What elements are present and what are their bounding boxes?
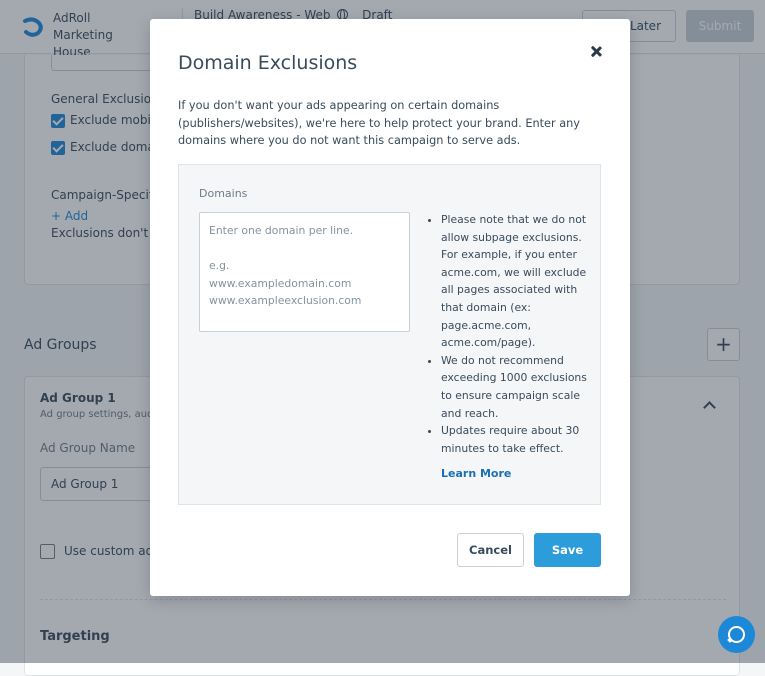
close-icon[interactable] xyxy=(587,43,605,61)
list-item: Updates require about 30 minutes to take… xyxy=(441,422,597,457)
list-item: Please note that we do not allow subpage… xyxy=(441,211,597,352)
save-button[interactable]: Save xyxy=(534,533,601,567)
domains-panel: Domains Please note that we do not allow… xyxy=(178,164,601,505)
chat-icon[interactable] xyxy=(718,616,755,653)
modal-title: Domain Exclusions xyxy=(178,52,358,74)
domains-label: Domains xyxy=(199,187,248,200)
modal-description: If you don't want your ads appearing on … xyxy=(178,99,580,147)
list-item: We do not recommend exceeding 1000 exclu… xyxy=(441,352,597,422)
learn-more-link[interactable]: Learn More xyxy=(441,467,511,480)
notes-list: Please note that we do not allow subpage… xyxy=(427,211,597,457)
domain-exclusions-modal: Domain Exclusions If you don't want your… xyxy=(150,19,630,596)
domains-textarea[interactable] xyxy=(199,212,410,332)
cancel-button[interactable]: Cancel xyxy=(457,533,524,567)
